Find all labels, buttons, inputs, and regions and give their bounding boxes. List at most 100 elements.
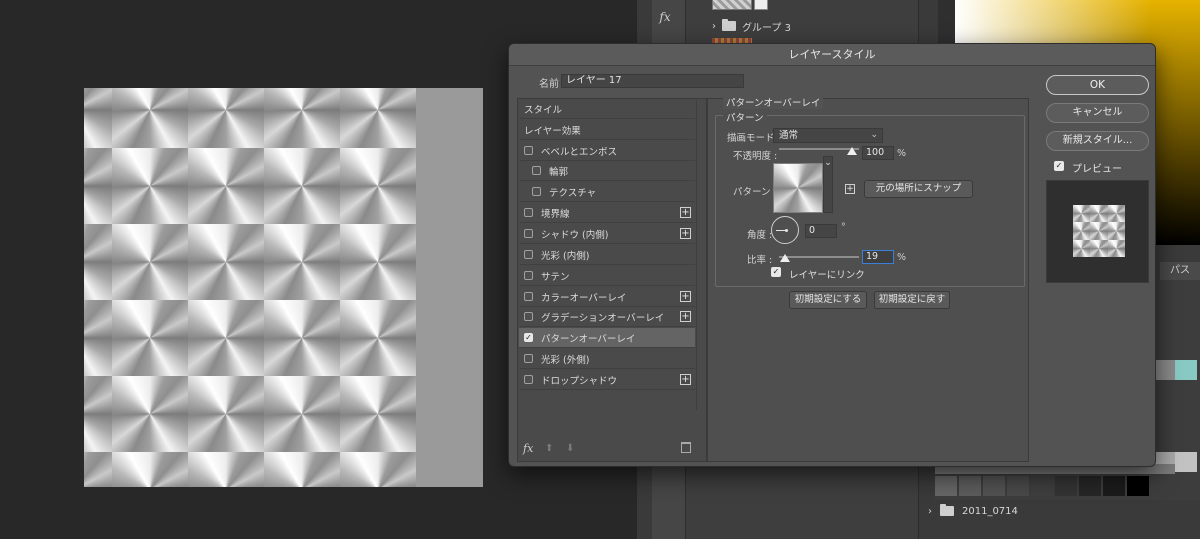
name-input[interactable]: レイヤー 17 [561,74,744,88]
add-effect-plus-icon[interactable]: + [680,291,691,302]
layer-folder-label: 2011_0714 [962,505,1018,517]
opacity-input[interactable]: 100 [862,146,894,160]
chevron-right-icon[interactable]: › [928,506,932,517]
link-with-layer-checkbox[interactable]: ✓ [771,267,781,277]
swatch[interactable] [1103,476,1125,496]
swatch[interactable] [1127,476,1149,496]
style-item-label: 輪郭 [549,166,569,178]
chevron-down-icon: ⌄ [870,130,878,140]
degree-unit: ° [841,222,846,233]
snap-to-origin-button[interactable]: 元の場所にスナップ [864,180,973,198]
blend-mode-value: 通常 [779,130,799,141]
add-effect-plus-icon[interactable]: + [680,207,691,218]
trash-icon[interactable] [681,442,691,453]
layer-thumbnail[interactable] [712,0,752,10]
style-item-label: 光彩 (内側) [541,250,590,262]
make-default-button[interactable]: 初期設定にする [789,291,867,309]
move-up-arrow-icon[interactable]: ⬆ [545,443,553,454]
style-item[interactable]: ベベルとエンボス [519,141,695,161]
opacity-label: 不透明度 : [733,151,778,162]
pattern-swatch[interactable] [773,163,823,213]
add-effect-plus-icon[interactable]: + [680,228,691,239]
style-item[interactable]: 光彩 (内側) [519,245,695,265]
chevron-right-icon[interactable]: › [712,21,716,32]
style-item[interactable]: テクスチャ [519,182,695,202]
style-checkbox[interactable] [524,250,533,259]
layer-group-3[interactable]: › グループ 3 [712,18,791,34]
style-item-label: ドロップシャドウ [541,375,618,387]
styles-list: スタイルレイヤー効果ベベルとエンボス輪郭テクスチャ境界線 + シャドウ (内側) + 光… [517,98,707,462]
style-item[interactable]: グラデーションオーバーレイ + [519,307,695,327]
style-item[interactable]: 輪郭 [519,161,695,181]
style-item[interactable]: レイヤー効果 [519,120,695,140]
swatch[interactable] [935,476,957,496]
layer-folder-2011[interactable]: › 2011_0714 [928,503,1018,519]
style-checkbox[interactable] [524,354,533,363]
style-checkbox[interactable] [524,292,533,301]
opacity-slider-thumb[interactable] [847,147,857,155]
style-item-label: 境界線 [541,208,570,220]
layer-mask-thumbnail[interactable] [754,0,768,10]
style-item-label: レイヤー効果 [524,125,581,137]
chevron-down-icon: ⌄ [824,158,832,168]
dialog-title[interactable]: レイヤースタイル [509,44,1155,66]
ok-button[interactable]: OK [1046,75,1149,95]
reset-default-button[interactable]: 初期設定に戻す [874,291,950,309]
scale-slider-thumb[interactable] [780,254,790,262]
angle-dial[interactable] [771,216,799,244]
style-item[interactable]: ✓ パターンオーバーレイ [519,328,695,348]
style-item-label: シャドウ (内側) [541,229,609,241]
style-checkbox[interactable] [532,187,541,196]
style-checkbox[interactable] [524,229,533,238]
swatch[interactable] [1079,476,1101,496]
style-item[interactable]: 光彩 (外側) [519,349,695,369]
styles-scrollbar[interactable] [696,100,706,410]
style-item[interactable]: ドロップシャドウ + [519,370,695,390]
style-checkbox[interactable] [532,166,541,175]
fx-icon[interactable]: fx [656,8,674,26]
add-effect-plus-icon[interactable]: + [680,374,691,385]
add-effect-plus-icon[interactable]: + [680,311,691,322]
style-item[interactable]: サテン [519,266,695,286]
scale-slider-track[interactable] [779,256,859,258]
section-title: パターンオーバーレイ [723,95,824,109]
blend-mode-select[interactable]: 通常 ⌄ [773,128,883,143]
style-item-label: パターンオーバーレイ [541,333,636,345]
scale-input[interactable]: 19 [862,250,894,264]
pattern-tiles [84,88,483,487]
style-item[interactable]: スタイル [519,99,695,119]
angle-label: 角度 : [747,230,773,241]
preview-checkbox[interactable]: ✓ [1054,161,1064,171]
swatch[interactable] [1007,476,1029,496]
folder-icon [940,504,954,516]
swatch[interactable] [1055,476,1077,496]
fx-menu-button[interactable]: fx [523,442,533,455]
style-checkbox[interactable] [524,271,533,280]
style-checkbox[interactable] [524,312,533,321]
style-item[interactable]: 境界線 + [519,203,695,223]
angle-input[interactable]: 0 [805,224,837,238]
new-preset-plus-icon[interactable]: + [845,184,855,194]
style-preview [1046,180,1149,283]
scale-label: 比率 : [747,255,773,266]
style-checkbox[interactable] [524,146,533,155]
swatch[interactable] [983,476,1005,496]
style-checkbox[interactable] [524,375,533,384]
swatch[interactable] [1153,360,1175,380]
canvas-artwork[interactable] [84,88,483,487]
swatch[interactable] [1031,476,1053,496]
new-style-button[interactable]: 新規スタイル... [1046,131,1149,151]
move-down-arrow-icon[interactable]: ⬇ [566,443,574,454]
style-checkbox[interactable] [524,208,533,217]
style-item[interactable]: シャドウ (内側) + [519,224,695,244]
style-item[interactable]: カラーオーバーレイ + [519,287,695,307]
cancel-button[interactable]: キャンセル [1046,103,1149,123]
pattern-picker-dropdown[interactable]: ⌄ [823,156,833,213]
style-checkbox[interactable]: ✓ [524,333,533,342]
opacity-unit: % [897,148,907,159]
style-item-label: カラーオーバーレイ [541,292,627,304]
tab-paths[interactable]: パス [1160,262,1200,280]
swatch[interactable] [1175,360,1197,380]
swatch[interactable] [1175,452,1197,472]
swatch[interactable] [959,476,981,496]
